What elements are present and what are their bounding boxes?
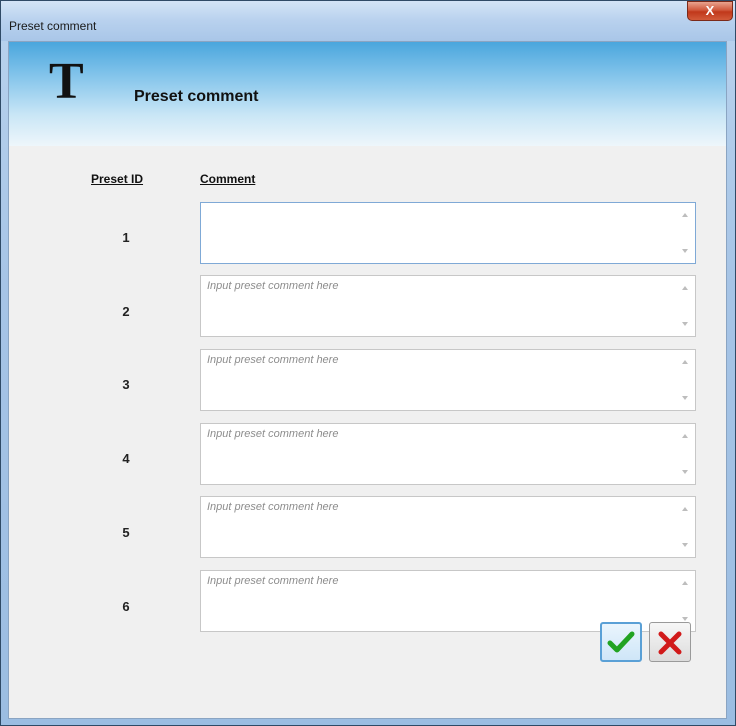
scroll-up-arrow-icon[interactable] [682,507,688,511]
scroll-up-arrow-icon[interactable] [682,213,688,217]
scroll-down-arrow-icon[interactable] [682,617,688,621]
comment-placeholder-2: Input preset comment here [207,280,339,292]
comment-scrollbar-4[interactable] [677,424,695,484]
cross-icon [657,630,683,656]
comment-textbox-1[interactable] [200,202,696,264]
title-bar[interactable]: Preset comment X [1,1,735,41]
ok-button[interactable] [600,622,642,662]
preset-id-3: 3 [122,377,130,392]
comment-textbox-4[interactable]: Input preset comment here [200,423,696,485]
preset-id-2: 2 [122,304,130,319]
checkmark-icon [607,630,635,654]
comment-header: Comment [200,172,256,186]
dialog-window: Preset comment X T Preset comment Preset… [0,0,736,726]
comment-placeholder-3: Input preset comment here [207,354,339,366]
scroll-up-arrow-icon[interactable] [682,360,688,364]
scroll-down-arrow-icon[interactable] [682,396,688,400]
scroll-up-arrow-icon[interactable] [682,581,688,585]
scroll-down-arrow-icon[interactable] [682,249,688,253]
preset-id-6: 6 [122,599,130,614]
comment-scrollbar-1[interactable] [677,203,695,263]
preset-id-1: 1 [122,230,130,245]
dialog-body: T Preset comment Preset ID Comment 1 2 I… [8,41,727,719]
preset-id-5: 5 [122,525,130,540]
scroll-down-arrow-icon[interactable] [682,322,688,326]
comment-scrollbar-2[interactable] [677,276,695,336]
comment-placeholder-4: Input preset comment here [207,428,339,440]
text-t-icon: T [49,53,84,110]
comment-placeholder-6: Input preset comment here [207,575,339,587]
scroll-down-arrow-icon[interactable] [682,543,688,547]
preset-id-header: Preset ID [91,172,144,186]
header-banner: T Preset comment [9,42,726,146]
scroll-down-arrow-icon[interactable] [682,470,688,474]
comment-textbox-2[interactable]: Input preset comment here [200,275,696,337]
preset-id-4: 4 [122,451,130,466]
comment-scrollbar-3[interactable] [677,350,695,410]
comment-textbox-3[interactable]: Input preset comment here [200,349,696,411]
cancel-button[interactable] [649,622,691,662]
close-button[interactable]: X [687,1,733,21]
header-title: Preset comment [134,88,259,105]
window-title: Preset comment [9,19,97,33]
scroll-up-arrow-icon[interactable] [682,434,688,438]
comment-scrollbar-5[interactable] [677,497,695,557]
scroll-up-arrow-icon[interactable] [682,286,688,290]
comment-placeholder-5: Input preset comment here [207,501,339,513]
comment-textbox-5[interactable]: Input preset comment here [200,496,696,558]
